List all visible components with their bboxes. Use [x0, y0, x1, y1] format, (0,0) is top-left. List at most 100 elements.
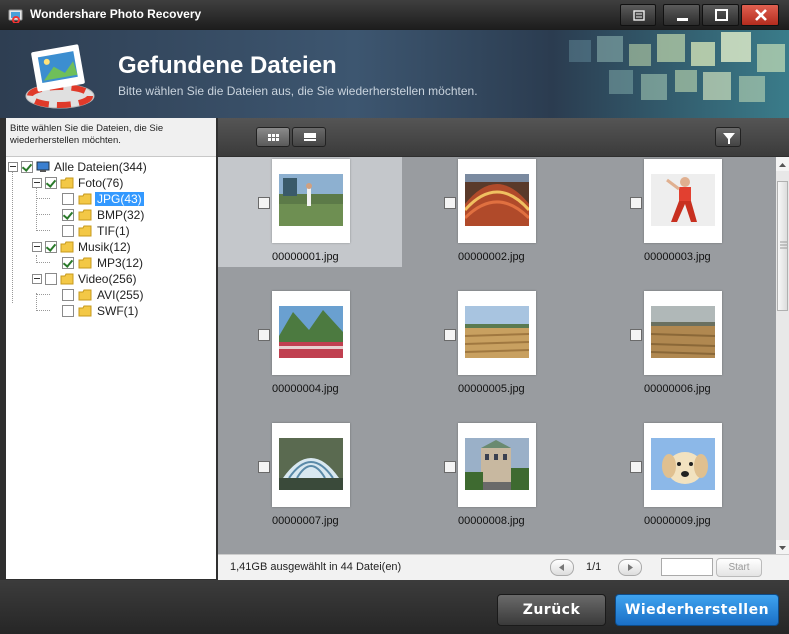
tree-node-jpg[interactable]: JPG(43): [48, 192, 208, 206]
collapse-toggle[interactable]: [32, 274, 42, 284]
title-bar[interactable]: Wondershare Photo Recovery: [0, 0, 789, 30]
tree-node-avi[interactable]: AVI(255): [48, 288, 208, 302]
file-name: 00000009.jpg: [644, 515, 711, 527]
thumbnail-card[interactable]: [458, 423, 536, 507]
collapse-toggle[interactable]: [32, 178, 42, 188]
tree-checkbox[interactable]: [45, 273, 57, 285]
maximize-button[interactable]: [702, 4, 739, 26]
tree-node-bmp[interactable]: BMP(32): [48, 208, 208, 222]
file-checkbox[interactable]: [258, 329, 270, 341]
tree-label: BMP(32): [97, 208, 145, 222]
next-page-button[interactable]: [618, 559, 642, 576]
scroll-up-button[interactable]: [776, 157, 789, 171]
vertical-scrollbar[interactable]: [776, 157, 789, 554]
app-icon: [8, 9, 23, 23]
thumbnail-card[interactable]: [644, 159, 722, 243]
file-checkbox[interactable]: [630, 461, 642, 473]
go-to-page-button[interactable]: Start: [716, 558, 762, 577]
tree-checkbox[interactable]: [21, 161, 33, 173]
thumbnail-image: [279, 174, 343, 226]
thumbnail-card[interactable]: [644, 423, 722, 507]
collapse-toggle[interactable]: [8, 162, 18, 172]
scroll-down-button[interactable]: [776, 540, 789, 554]
thumbnail-item[interactable]: 00000006.jpg: [590, 289, 774, 399]
minimize-button[interactable]: [663, 4, 700, 26]
banner-decoration: [569, 32, 785, 102]
tree-node-musik[interactable]: Musik(12): [32, 240, 212, 254]
tree-checkbox[interactable]: [62, 209, 74, 221]
file-checkbox[interactable]: [444, 461, 456, 473]
list-view-icon: [304, 133, 316, 141]
tree-checkbox[interactable]: [62, 193, 74, 205]
tree-node-mp3[interactable]: MP3(12): [48, 256, 208, 270]
thumbnail-item[interactable]: 00000003.jpg: [590, 157, 774, 267]
list-view-button[interactable]: [292, 127, 326, 147]
thumbnail-item[interactable]: 00000005.jpg: [404, 289, 588, 399]
tree-node-tif[interactable]: TIF(1): [48, 224, 208, 238]
window-title: Wondershare Photo Recovery: [30, 7, 202, 21]
folder-icon: [78, 305, 92, 317]
scrollbar-thumb[interactable]: [777, 181, 788, 311]
thumbnail-grid: 00000001.jpg 00000002.jpg 00000003.jpg 0…: [218, 157, 776, 554]
file-checkbox[interactable]: [630, 329, 642, 341]
thumbnail-image: [279, 306, 343, 358]
tree-node-foto[interactable]: Foto(76): [32, 176, 212, 190]
tree-node-swf[interactable]: SWF(1): [48, 304, 208, 318]
thumbnail-item[interactable]: 00000008.jpg: [404, 421, 588, 531]
status-bar: 1,41GB ausgewählt in 44 Datei(en) 1/1 St…: [218, 554, 789, 581]
grid-view-button[interactable]: [256, 127, 290, 147]
collapse-toggle[interactable]: [32, 242, 42, 252]
thumbnail-item[interactable]: 00000004.jpg: [218, 289, 402, 399]
folder-icon: [60, 273, 74, 285]
tree-checkbox[interactable]: [45, 241, 57, 253]
file-checkbox[interactable]: [258, 197, 270, 209]
tree-guide: [36, 293, 37, 309]
file-name: 00000007.jpg: [272, 515, 339, 527]
thumbnail-card[interactable]: [272, 291, 350, 375]
folder-icon: [78, 289, 92, 301]
file-checkbox[interactable]: [444, 197, 456, 209]
computer-icon: [36, 161, 50, 172]
thumbnail-item[interactable]: 00000009.jpg: [590, 421, 774, 531]
file-type-tree: Alle Dateien(344) Foto(76) JPG(43) BMP(3…: [6, 157, 216, 579]
feedback-button[interactable]: [620, 4, 656, 26]
folder-icon: [78, 209, 92, 221]
thumbnail-card[interactable]: [272, 159, 350, 243]
folder-icon: [78, 257, 92, 269]
header-banner: Gefundene Dateien Bitte wählen Sie die D…: [0, 30, 789, 118]
thumbnail-card[interactable]: [458, 159, 536, 243]
tree-label: Alle Dateien(344): [54, 160, 147, 174]
chevron-left-icon: [559, 564, 564, 571]
recover-button[interactable]: Wiederherstellen: [615, 594, 779, 626]
file-name: 00000001.jpg: [272, 251, 339, 263]
thumbnail-card[interactable]: [458, 291, 536, 375]
tree-checkbox[interactable]: [45, 177, 57, 189]
tree-label: Video(256): [78, 272, 137, 286]
thumbnail-image: [465, 174, 529, 226]
file-checkbox[interactable]: [630, 197, 642, 209]
close-button[interactable]: [741, 4, 779, 26]
tree-checkbox[interactable]: [62, 289, 74, 301]
prev-page-button[interactable]: [550, 559, 574, 576]
scroll-down-icon: [779, 546, 786, 550]
selection-summary: 1,41GB ausgewählt in 44 Datei(en): [230, 561, 402, 573]
file-checkbox[interactable]: [258, 461, 270, 473]
page-title: Gefundene Dateien: [118, 52, 337, 79]
page-number-input[interactable]: [661, 558, 713, 576]
thumbnail-item[interactable]: 00000002.jpg: [404, 157, 588, 267]
thumbnail-card[interactable]: [644, 291, 722, 375]
tree-node-all-files[interactable]: Alle Dateien(344): [8, 160, 208, 174]
tree-checkbox[interactable]: [62, 305, 74, 317]
tree-guide: [12, 169, 13, 303]
tree-node-video[interactable]: Video(256): [32, 272, 212, 286]
filter-button[interactable]: [715, 127, 741, 147]
thumbnail-card[interactable]: [272, 423, 350, 507]
thumbnail-item[interactable]: 00000001.jpg: [218, 157, 402, 267]
thumbnail-item[interactable]: 00000007.jpg: [218, 421, 402, 531]
file-checkbox[interactable]: [444, 329, 456, 341]
thumbnail-image: [651, 438, 715, 490]
tree-checkbox[interactable]: [62, 257, 74, 269]
tree-label: MP3(12): [97, 256, 144, 270]
tree-checkbox[interactable]: [62, 225, 74, 237]
back-button[interactable]: Zurück: [497, 594, 606, 626]
